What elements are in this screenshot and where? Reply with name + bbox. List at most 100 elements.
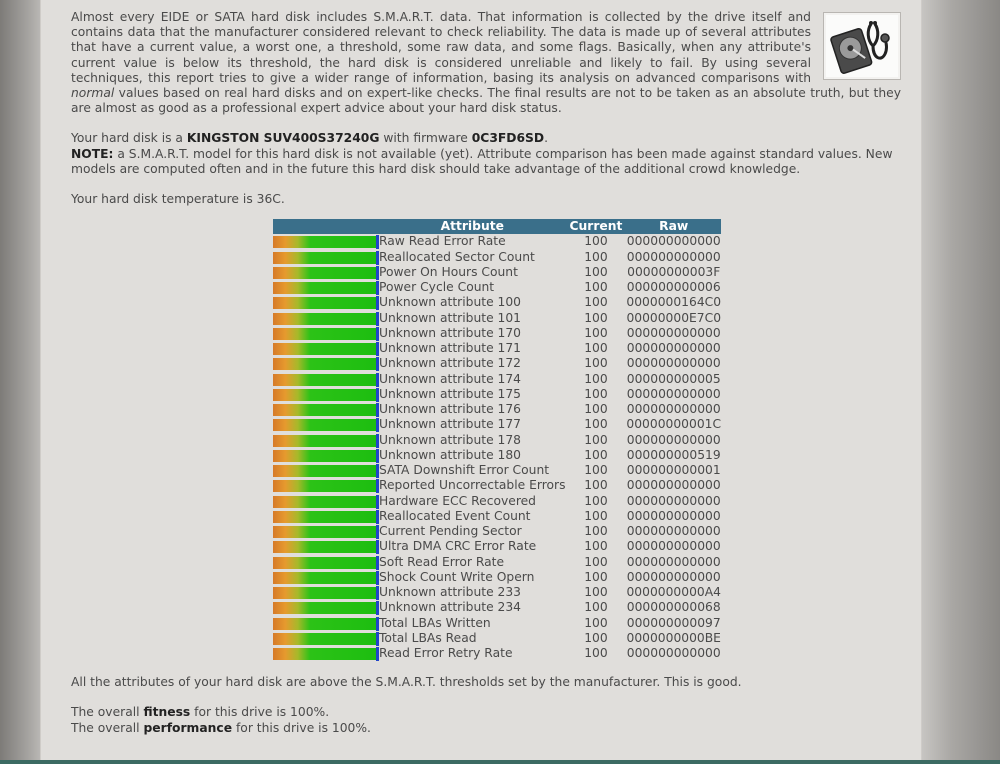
table-row: Ultra DMA CRC Error Rate 100 000000000000 [273,539,721,555]
health-bar-cell [273,570,379,585]
hard-disk-stethoscope-icon [823,12,901,80]
table-row: Shock Count Write Opern 100 000000000000 [273,570,721,585]
bar-column-header [273,219,379,235]
health-bar-cell [273,265,379,280]
attribute-name-cell: Reported Uncorrectable Errors [379,478,566,493]
raw-value-cell: 000000000519 [626,447,721,462]
current-value-cell: 100 [584,341,608,356]
attribute-name-cell: Unknown attribute 170 [379,325,522,340]
attribute-name-cell: Total LBAs Read [379,630,477,645]
health-bar [273,448,379,463]
table-row: Unknown attribute 170 100 000000000000 [273,326,721,341]
table-row: Hardware ECC Recovered 100 000000000000 [273,493,721,509]
health-bar [273,433,379,448]
raw-value-cell: 000000000000 [626,508,721,523]
attribute-name-cell: Unknown attribute 174 [379,371,522,386]
raw-value-cell: 00000000E7C0 [626,310,722,325]
health-bar-cell [273,600,379,616]
raw-value-cell: 000000000068 [626,600,721,615]
health-bar-cell [273,493,379,509]
raw-value-cell: 000000000000 [626,386,721,401]
health-bar-cell [273,341,379,357]
attribute-name-cell: Raw Read Error Rate [379,234,506,249]
performance-text: The overall performance for this drive i… [71,720,371,735]
current-value-cell: 100 [584,447,608,462]
current-value-cell: 100 [584,615,608,630]
raw-value-cell: 000000000000 [626,402,721,417]
attribute-name-cell: Unknown attribute 172 [379,356,522,371]
table-row: Reallocated Sector Count 100 000000000000 [273,249,721,265]
raw-value-cell: 000000000000 [626,432,721,447]
attribute-name-cell: Unknown attribute 177 [379,417,522,432]
health-bar-cell [273,371,379,387]
raw-value-cell: 000000000000 [626,524,721,539]
health-bar-cell [273,448,379,463]
attribute-name-cell: Power On Hours Count [379,264,518,279]
smart-attributes-table: Attribute Current Raw Raw Read Error Rat… [273,219,722,662]
current-value-cell: 100 [584,493,608,508]
health-bar-cell [273,554,379,570]
health-bar [273,586,379,601]
table-row: Current Pending Sector 100 000000000000 [273,524,721,540]
health-bar [273,570,379,585]
health-bar-cell [273,631,379,646]
health-bar [273,250,379,265]
raw-value-cell: 000000000000 [626,249,721,264]
raw-value-cell: 000000000000 [626,325,721,340]
current-value-cell: 100 [584,280,608,295]
raw-value-cell: 000000000005 [626,371,721,386]
health-bar-cell [273,585,379,601]
raw-value-cell: 000000000000 [626,646,721,661]
attribute-name-cell: Read Error Retry Rate [379,646,513,661]
attribute-name-cell: Unknown attribute 101 [379,310,522,325]
table-row: Unknown attribute 172 100 000000000000 [273,356,721,372]
health-bar-cell [273,387,379,402]
current-value-cell: 100 [584,432,608,447]
table-row: Power On Hours Count 100 00000000003F [273,265,721,280]
raw-column-header: Raw [626,219,722,235]
current-value-cell: 100 [584,585,608,600]
intro-paragraph: Almost every EIDE or SATA hard disk incl… [71,10,901,116]
health-bar [273,418,379,433]
raw-value-cell: 0000000000A4 [626,585,721,600]
attribute-name-cell: Unknown attribute 180 [379,447,522,462]
raw-value-cell: 00000000003F [627,264,721,279]
current-value-cell: 100 [584,295,608,310]
attribute-name-cell: Unknown attribute 233 [379,585,522,600]
raw-value-cell: 00000000001C [626,417,722,432]
current-value-cell: 100 [584,478,608,493]
attribute-column-header: Attribute [379,219,566,235]
current-value-cell: 100 [584,386,608,401]
raw-value-cell: 000000000000 [626,356,721,371]
health-bar-cell [273,509,379,524]
raw-value-cell: 000000000000 [626,341,721,356]
table-row: Read Error Retry Rate 100 000000000000 [273,646,721,662]
current-value-cell: 100 [584,463,608,478]
health-bar [273,601,379,616]
attribute-name-cell: Power Cycle Count [379,280,495,295]
current-value-cell: 100 [584,508,608,523]
health-bar [273,326,379,341]
background-right [920,0,1000,764]
table-row: Reallocated Event Count 100 000000000000 [273,509,721,524]
health-bar-cell [273,402,379,418]
health-bar [273,342,379,357]
report-panel: Almost every EIDE or SATA hard disk incl… [40,0,922,760]
health-bar [273,311,379,326]
current-value-cell: 100 [584,646,608,661]
report-content: Almost every EIDE or SATA hard disk incl… [71,10,901,736]
attribute-name-cell: SATA Downshift Error Count [379,463,550,478]
health-bar [273,479,379,494]
attribute-name-cell: Shock Count Write Opern [379,569,535,584]
table-row: Unknown attribute 178 100 000000000000 [273,432,721,448]
raw-value-cell: 0000000164C0 [626,295,722,310]
health-bar [273,464,379,479]
disk-model: KINGSTON SUV400S37240G [186,131,380,146]
current-value-cell: 100 [584,234,608,249]
attribute-name-cell: Reallocated Event Count [379,508,531,523]
health-bar [273,540,379,555]
fitness-text: The overall fitness for this drive is 10… [71,705,330,720]
current-value-cell: 100 [584,630,608,645]
note-paragraph: NOTE: a S.M.A.R.T. model for this hard d… [71,146,893,176]
attribute-name-cell: Ultra DMA CRC Error Rate [379,539,537,554]
